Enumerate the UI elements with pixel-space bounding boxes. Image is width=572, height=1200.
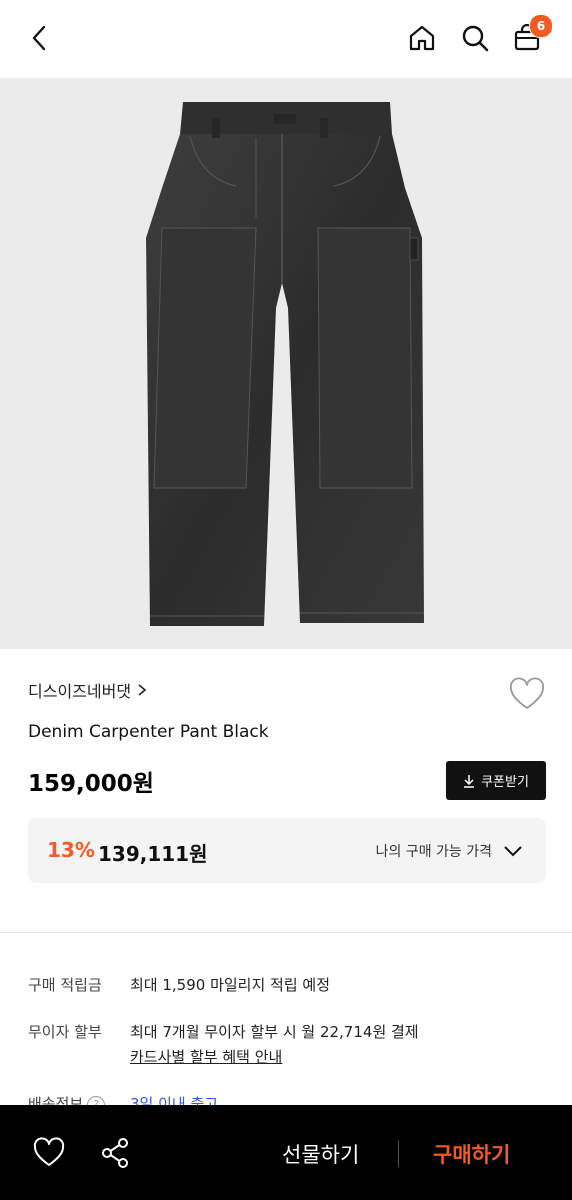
bottom-like-button[interactable] <box>32 1136 66 1170</box>
coupon-button[interactable]: 쿠폰받기 <box>446 761 546 800</box>
points-label: 구매 적립금 <box>28 976 102 994</box>
brand-name: 디스이즈네버댓 <box>28 682 132 701</box>
cart-count-badge: 6 <box>529 14 553 38</box>
search-icon <box>462 25 489 52</box>
search-button[interactable] <box>455 18 495 58</box>
heart-icon <box>510 677 544 709</box>
installment-label: 무이자 할부 <box>28 1023 102 1041</box>
installment-benefit-link[interactable]: 카드사별 할부 혜택 안내 <box>130 1046 282 1067</box>
bar-divider <box>398 1141 399 1167</box>
home-button[interactable] <box>402 18 442 58</box>
top-header: 6 <box>0 0 572 78</box>
product-name: Denim Carpenter Pant Black <box>28 722 269 742</box>
heart-icon <box>33 1137 65 1166</box>
bottom-action-bar: 선물하기 구매하기 <box>0 1105 572 1200</box>
share-button[interactable] <box>99 1136 133 1170</box>
chevron-right-icon <box>138 684 147 696</box>
gift-button[interactable]: 선물하기 <box>282 1139 359 1169</box>
home-icon <box>409 25 435 51</box>
back-button[interactable] <box>20 18 60 58</box>
download-icon <box>464 774 475 788</box>
installment-value: 최대 7개월 무이자 할부 시 월 22,714원 결제 <box>130 1023 419 1041</box>
product-price: 159,000원 <box>28 771 154 797</box>
chevron-down-icon <box>504 846 522 857</box>
discount-rate: 13% <box>47 838 95 862</box>
chevron-left-icon <box>32 25 46 51</box>
discount-price: 139,111원 <box>98 842 208 866</box>
coupon-label: 쿠폰받기 <box>481 775 529 790</box>
product-image[interactable] <box>0 78 572 649</box>
my-price-label: 나의 구매 가능 가격 <box>375 844 492 860</box>
section-divider <box>0 932 572 933</box>
my-price-box[interactable]: 13% 139,111원 나의 구매 가능 가격 <box>28 818 546 883</box>
points-value: 최대 1,590 마일리지 적립 예정 <box>130 976 331 994</box>
pants-illustration <box>146 102 424 626</box>
buy-button[interactable]: 구매하기 <box>433 1139 510 1169</box>
brand-link[interactable]: 디스이즈네버댓 <box>28 678 147 702</box>
share-icon <box>102 1138 128 1168</box>
like-button[interactable] <box>508 676 546 714</box>
cart-button[interactable]: 6 <box>507 14 553 58</box>
